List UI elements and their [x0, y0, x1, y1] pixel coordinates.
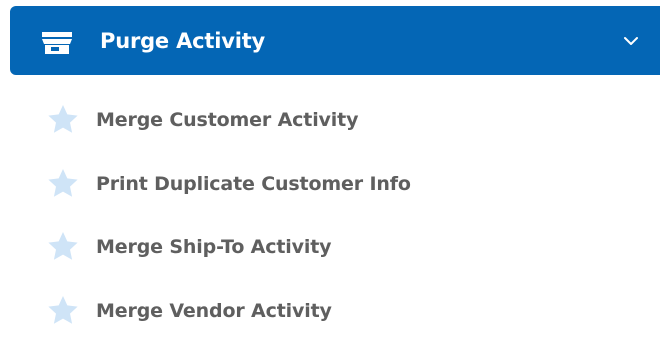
purge-activity-menu: Purge Activity Merge Customer Activity P… [0, 0, 660, 341]
submenu-item-merge-ship-to-activity[interactable]: Merge Ship-To Activity [46, 228, 606, 266]
purge-activity-header[interactable]: Purge Activity [10, 6, 660, 75]
star-icon [48, 169, 78, 197]
star-icon [48, 232, 78, 260]
submenu-item-print-duplicate-customer-info[interactable]: Print Duplicate Customer Info [46, 165, 606, 203]
submenu-label: Merge Customer Activity [96, 109, 359, 131]
star-icon [48, 105, 78, 133]
submenu-label: Print Duplicate Customer Info [96, 173, 411, 195]
submenu-label: Merge Vendor Activity [96, 300, 332, 322]
menu-title: Purge Activity [100, 29, 266, 53]
submenu-item-merge-vendor-activity[interactable]: Merge Vendor Activity [46, 292, 606, 330]
star-icon [48, 296, 78, 324]
chevron-down-icon[interactable] [622, 35, 640, 47]
submenu: Merge Customer Activity Print Duplicate … [0, 75, 660, 341]
submenu-item-merge-customer-activity[interactable]: Merge Customer Activity [46, 101, 606, 139]
store-icon [42, 32, 72, 54]
submenu-label: Merge Ship-To Activity [96, 236, 332, 258]
